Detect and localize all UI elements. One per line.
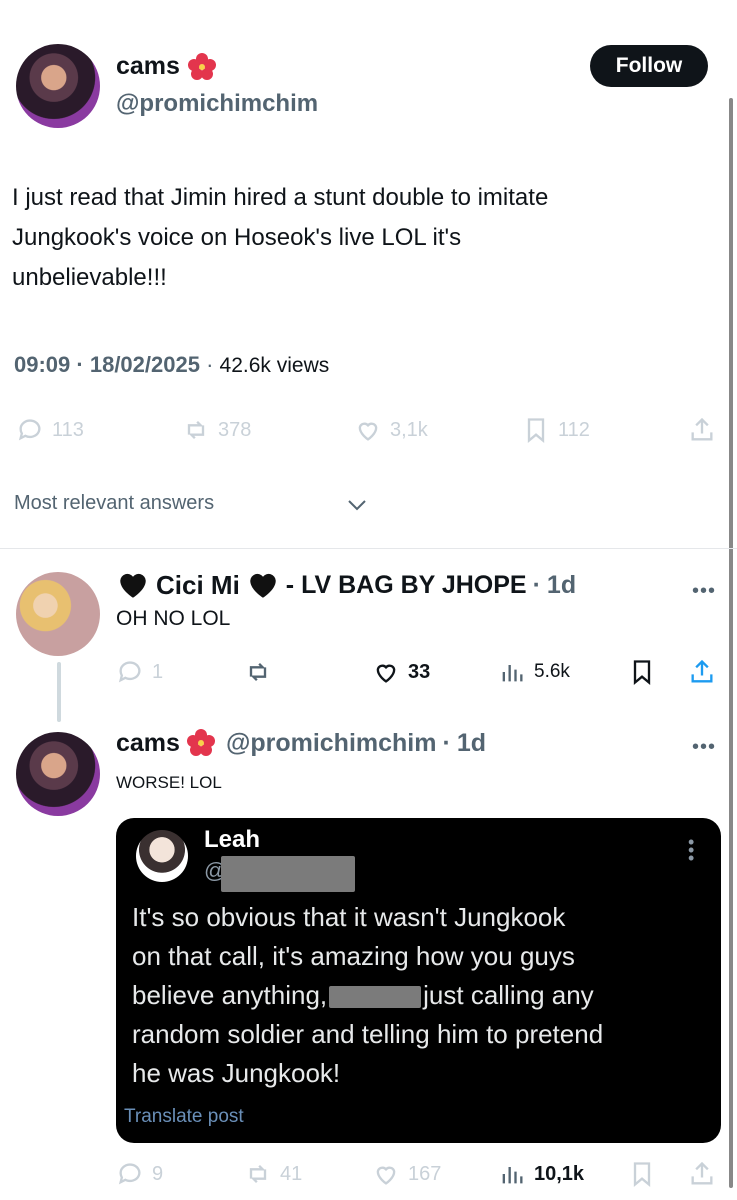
redaction-bar — [221, 856, 355, 892]
tweet-text-line: unbelievable!!! — [12, 264, 167, 291]
quoted-text-line: It's so obvious that it wasn't Jungkook — [132, 902, 566, 932]
reply-display-name[interactable]: Cici Mi — [156, 570, 240, 601]
bookmark-button[interactable] — [628, 658, 656, 686]
hibiscus-icon — [187, 52, 217, 82]
bookmark-icon — [527, 418, 545, 443]
share-button[interactable] — [688, 658, 716, 686]
share-icon — [691, 417, 713, 441]
bookmark-icon — [633, 660, 651, 685]
quoted-text-line: random soldier and telling him to preten… — [132, 1019, 604, 1049]
redaction-bar — [329, 986, 422, 1009]
like-button[interactable]: 167 — [372, 1160, 441, 1188]
like-count: 33 — [408, 660, 431, 683]
sort-label: Most relevant answers — [14, 492, 215, 514]
more-options-icon[interactable]: ••• — [692, 580, 716, 603]
heart-icon — [376, 1166, 396, 1185]
display-name-text[interactable]: cams — [116, 52, 180, 80]
repost-count: 41 — [280, 1162, 303, 1185]
tweet-views: 42.6k views — [219, 354, 330, 377]
follow-button[interactable]: Follow — [590, 45, 708, 87]
repost-icon — [249, 1165, 267, 1183]
quoted-text: It's so obvious that it wasn't Jungkook … — [132, 898, 603, 1093]
sort-selector[interactable]: Most relevant answers — [14, 492, 214, 515]
tweet-text-line: Jungkook's voice on Hoseok's live LOL it… — [12, 224, 462, 251]
share-icon — [691, 1161, 713, 1185]
repost-count: 378 — [218, 418, 252, 441]
views-count: 5.6k — [534, 661, 570, 682]
reply-count: 113 — [52, 418, 84, 441]
translate-post-link[interactable]: Translate post — [124, 1106, 244, 1128]
chevron-down-icon[interactable] — [346, 496, 368, 514]
avatar[interactable] — [16, 732, 100, 816]
repost-icon — [249, 663, 267, 681]
share-button[interactable] — [688, 416, 716, 444]
tweet-date[interactable]: 18/02/2025 — [90, 352, 200, 377]
reply-count: 9 — [152, 1162, 164, 1185]
heart-icon — [376, 664, 396, 683]
avatar[interactable] — [16, 44, 100, 128]
bookmark-icon — [633, 1162, 651, 1187]
reply-age[interactable]: 1d — [547, 571, 576, 600]
quoted-text-line: on that call, it's amazing how you guys — [132, 941, 575, 971]
heart-icon — [358, 422, 378, 441]
black-heart-icon — [120, 573, 146, 598]
hibiscus-icon — [186, 728, 216, 758]
reply-display-name[interactable]: cams — [116, 729, 180, 758]
like-count: 3,1k — [390, 418, 428, 441]
share-button[interactable] — [688, 1160, 716, 1188]
views-count: 10,1k — [534, 1162, 585, 1185]
like-button[interactable]: 33 — [372, 658, 430, 686]
bookmark-count: 112 — [558, 418, 590, 441]
repost-button[interactable] — [244, 658, 272, 686]
reply-count: 1 — [152, 660, 164, 683]
divider — [0, 548, 737, 549]
reply-button[interactable]: 1 — [116, 658, 163, 686]
avatar[interactable] — [16, 572, 100, 656]
tweet-timestamp: 09:09 · 18/02/2025 · 42.6k views — [14, 352, 330, 377]
reply-display-name-suffix[interactable]: - LV BAG BY JHOPE — [286, 571, 527, 600]
bookmark-button[interactable]: 112 — [522, 416, 590, 444]
like-count: 167 — [408, 1162, 442, 1185]
quoted-post-image[interactable]: Leah @ • • • It's so obvious that it wasn'… — [116, 818, 721, 1143]
reply-header: cams @promichimchim · 1d — [116, 728, 486, 758]
repost-button[interactable]: 378 — [182, 416, 251, 444]
quoted-text-line: believe anything, just calling any — [132, 980, 594, 1010]
reply-icon — [118, 661, 141, 683]
tweet-text-line: I just read that Jimin hired a stunt dou… — [12, 184, 549, 211]
quoted-author-name: Leah — [204, 826, 261, 853]
tweet-time[interactable]: 09:09 — [14, 352, 70, 377]
author-handle[interactable]: @promichimchim — [116, 90, 318, 118]
bookmark-button[interactable] — [628, 1160, 656, 1188]
reply-age[interactable]: 1d — [457, 729, 486, 758]
reply-icon — [18, 419, 41, 441]
views-button[interactable]: 5.6k — [498, 658, 570, 686]
author-display-name[interactable]: cams — [116, 52, 217, 82]
thread-line — [57, 662, 61, 722]
reply-icon — [118, 1163, 141, 1185]
reply-text: WORSE! LOL — [116, 773, 222, 792]
views-button[interactable]: 10,1k — [498, 1160, 584, 1188]
repost-button[interactable]: 41 — [244, 1160, 302, 1188]
avatar — [136, 830, 188, 882]
share-icon — [691, 659, 713, 683]
tweet-text: I just read that Jimin hired a stunt dou… — [12, 178, 548, 298]
like-button[interactable]: 3,1k — [354, 416, 428, 444]
reply-button[interactable]: 113 — [16, 416, 84, 444]
reply-text: OH NO LOL — [116, 607, 231, 630]
reply-button[interactable]: 9 — [116, 1160, 163, 1188]
reply-header: Cici Mi - LV BAG BY JHOPE · 1d — [116, 568, 576, 602]
quoted-text-line: he was Jungkook! — [132, 1058, 341, 1088]
more-options-icon: • • • — [688, 832, 695, 868]
more-options-icon[interactable]: ••• — [692, 736, 716, 759]
reply-handle[interactable]: @promichimchim — [226, 729, 437, 758]
bar-chart-icon — [502, 665, 523, 682]
scrollbar[interactable] — [729, 98, 733, 1188]
bar-chart-icon — [502, 1167, 523, 1184]
repost-icon — [187, 421, 205, 439]
black-heart-icon — [250, 573, 276, 598]
